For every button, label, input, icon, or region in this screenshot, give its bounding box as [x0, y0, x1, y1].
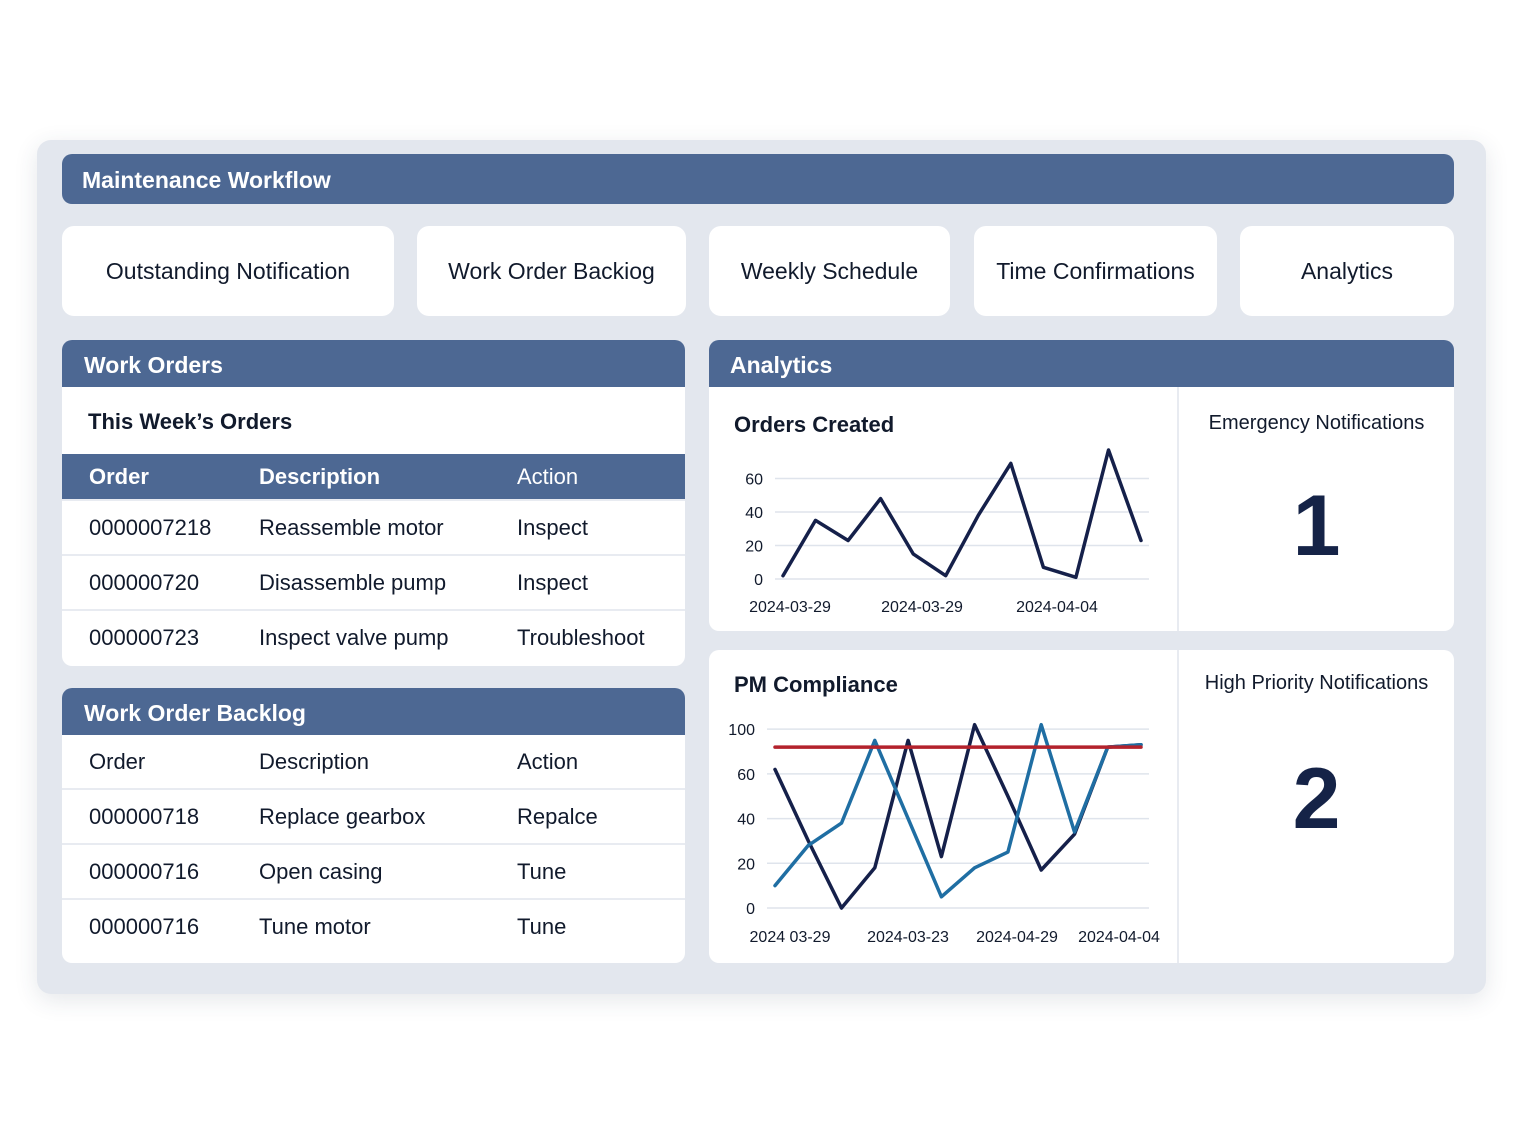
- pm-compliance-card: PM Compliance 0 20 40 60 100 2024 03-29 2024-0…: [709, 650, 1454, 963]
- tab-time-confirmations[interactable]: Time Confirmations: [974, 226, 1217, 316]
- panel-title: Work Orders: [62, 340, 685, 387]
- x-tick-label: 2024-04-04: [1078, 929, 1160, 946]
- x-tick-label: 2024-03-29: [749, 599, 831, 616]
- panel-title: Analytics: [709, 340, 1454, 387]
- y-tick-label: 60: [745, 472, 763, 489]
- panel-title: Work Order Backlog: [62, 688, 685, 735]
- x-tick-label: 2024 03-29: [750, 929, 831, 946]
- column-header-action[interactable]: Action: [517, 735, 685, 789]
- order-action: Troubleshoot: [517, 609, 685, 665]
- y-tick-label: 40: [737, 812, 755, 829]
- y-tick-label: 20: [737, 856, 755, 873]
- order-action: Inspect: [517, 499, 685, 555]
- y-tick-label: 0: [754, 572, 763, 589]
- order-action: Tune: [517, 898, 685, 954]
- x-tick-label: 2024-04-29: [976, 929, 1058, 946]
- this-weeks-orders-title: This Week’s Orders: [88, 409, 293, 434]
- column-header-action[interactable]: Action: [517, 454, 685, 500]
- series-line: [781, 448, 1143, 580]
- backlog-table: Order Description Action 000000718 Repla…: [62, 735, 685, 954]
- order-number: 000000720: [62, 554, 259, 610]
- order-description: Replace gearbox: [259, 788, 517, 844]
- high-priority-notifications-count: 2: [1292, 751, 1341, 847]
- order-number: 000000723: [62, 609, 259, 665]
- y-tick-label: 60: [737, 767, 755, 784]
- tab-analytics[interactable]: Analytics: [1240, 226, 1454, 316]
- tab-label: Time Confirmations: [996, 257, 1195, 284]
- table-header: Order Description Action: [62, 454, 685, 500]
- tab-weekly-schedule[interactable]: Weekly Schedule: [709, 226, 950, 316]
- tab-label: Weekly Schedule: [740, 257, 919, 284]
- order-description: Open casing: [259, 843, 517, 899]
- order-number: 000000718: [62, 788, 259, 844]
- table-header: Order Description Action: [62, 735, 685, 789]
- x-tick-label: 2024-03-23: [867, 929, 949, 946]
- table-row[interactable]: 000000723 Inspect valve pump Troubleshoo…: [62, 609, 685, 665]
- y-tick-label: 0: [746, 901, 755, 918]
- table-row[interactable]: 000000716 Tune motor Tune: [62, 898, 685, 954]
- y-tick-label: 20: [745, 539, 763, 556]
- order-description: Tune motor: [259, 898, 517, 954]
- table-row[interactable]: 000000716 Open casing Tune: [62, 843, 685, 899]
- series-line: [773, 722, 1143, 899]
- order-number: 000000716: [62, 843, 259, 899]
- app-title: Maintenance Workflow: [62, 154, 1454, 204]
- order-number: 0000007218: [62, 499, 259, 555]
- order-action: Inspect: [517, 554, 685, 610]
- tab-label: Work Order Backiog: [448, 257, 655, 284]
- order-action: Tune: [517, 843, 685, 899]
- order-number: 000000716: [62, 898, 259, 954]
- orders-created-chart: 0 20 40 60 2024-03-29 2024-03-29 2024-04-04: [745, 448, 1149, 616]
- pm-compliance-chart: 0 20 40 60 100 2024 03-29 2024-03-23 2024-04-29…: [728, 722, 1160, 946]
- column-header-order[interactable]: Order: [62, 454, 259, 500]
- work-orders-panel: Work Orders This Week’s Orders Order Des…: [62, 340, 685, 666]
- tab-label: Outstanding Notification: [105, 257, 351, 284]
- emergency-notifications-label: Emergency Notifications: [1208, 412, 1425, 434]
- column-header-order[interactable]: Order: [62, 735, 259, 789]
- emergency-notifications-count: 1: [1292, 478, 1341, 574]
- order-action: Repalce: [517, 788, 685, 844]
- table-row[interactable]: 0000007218 Reassemble motor Inspect: [62, 499, 685, 555]
- analytics-panel-header: Analytics: [709, 340, 1454, 387]
- tab-outstanding-notification[interactable]: Outstanding Notification: [62, 226, 394, 316]
- x-tick-label: 2024-03-29: [881, 599, 963, 616]
- column-header-description[interactable]: Description: [259, 454, 517, 500]
- y-tick-label: 40: [745, 505, 763, 522]
- high-priority-notifications-label: High Priority Notifications: [1204, 672, 1429, 694]
- work-order-backlog-panel: Work Order Backlog Order Description Act…: [62, 688, 685, 963]
- tab-label: Analytics: [1300, 257, 1394, 284]
- order-description: Disassemble pump: [259, 554, 517, 610]
- x-tick-label: 2024-04-04: [1016, 599, 1098, 616]
- work-orders-table: Order Description Action 0000007218 Reas…: [62, 454, 685, 665]
- table-row[interactable]: 000000720 Disassemble pump Inspect: [62, 554, 685, 610]
- table-row[interactable]: 000000718 Replace gearbox Repalce: [62, 788, 685, 844]
- order-description: Inspect valve pump: [259, 609, 517, 665]
- order-description: Reassemble motor: [259, 499, 517, 555]
- column-header-description[interactable]: Description: [259, 735, 517, 789]
- y-tick-label: 100: [728, 722, 755, 739]
- tab-work-order-backlog[interactable]: Work Order Backiog: [417, 226, 686, 316]
- orders-created-card: Orders Created 0 20 40 60 2024-03-29 2024-03-…: [709, 387, 1454, 631]
